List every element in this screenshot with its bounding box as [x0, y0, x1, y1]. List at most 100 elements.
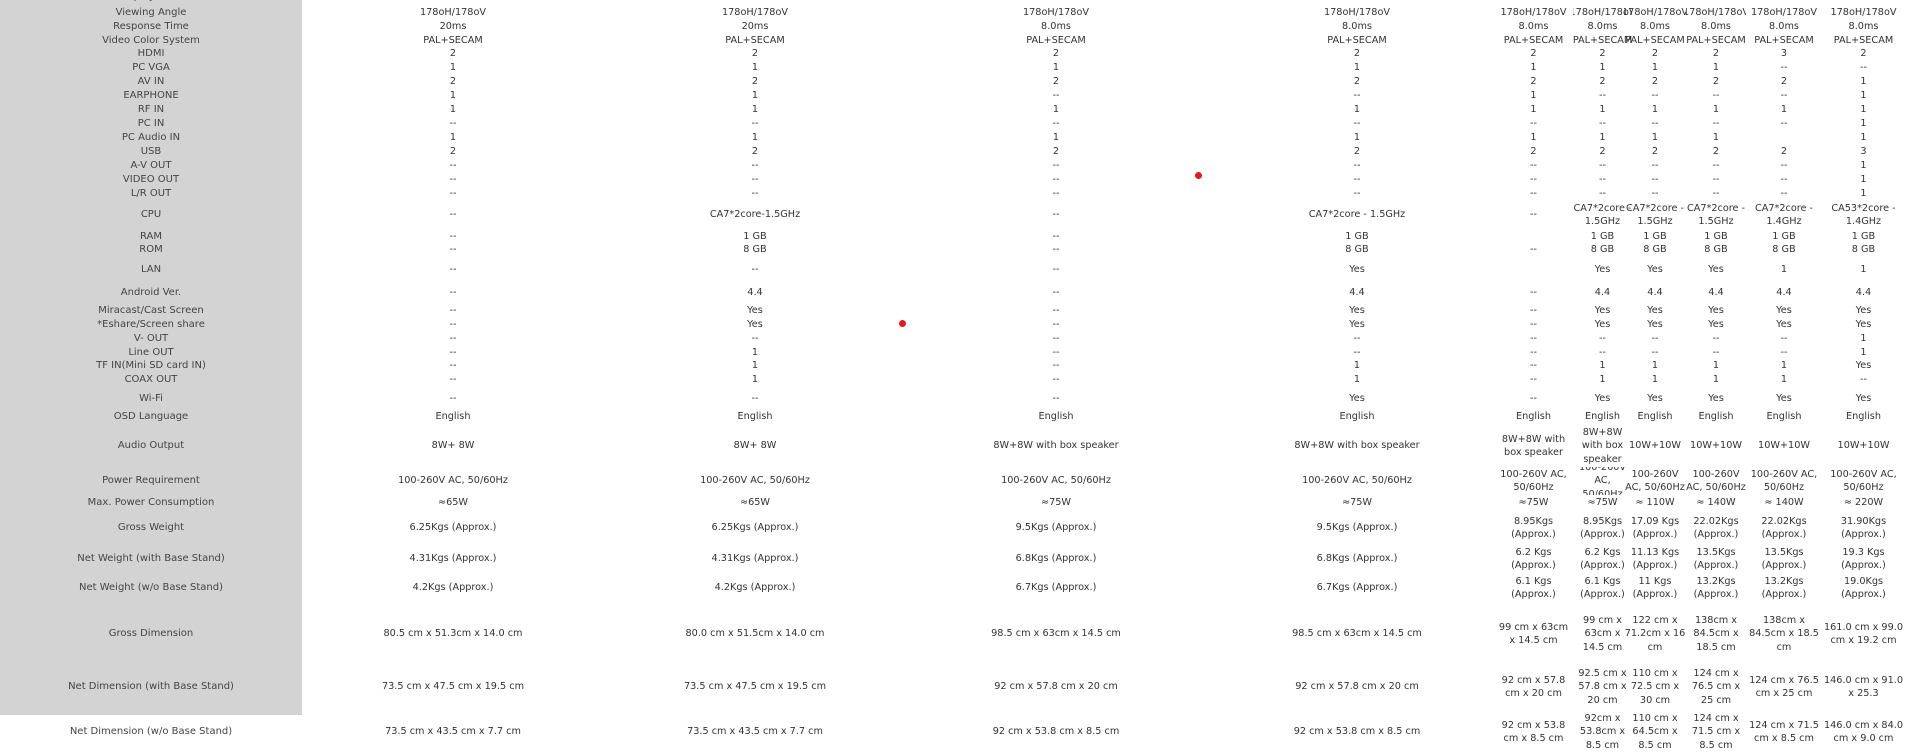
table-cell: 80.0 cm x 51.5cm x 14.0 cm	[685, 628, 825, 640]
table-cell: CA53*2core - 1.4GHz	[1831, 202, 1896, 228]
row-label: V- OUT	[133, 333, 169, 345]
table-cell: --	[1530, 160, 1537, 172]
table-cell: 1 GB	[1772, 231, 1796, 243]
table-cell: 2	[1052, 48, 1060, 60]
row-label: Audio Output	[117, 440, 185, 452]
table-row: Audio Output 8W+ 8W 8W+ 8W 8W+8W with box s…	[0, 425, 1905, 467]
table-cell: --	[1052, 393, 1060, 405]
table-cell: 4.2Kgs (Approx.)	[412, 582, 494, 594]
table-cell: 146.0 cm x 84.0 cm x 9.0 cm	[1823, 719, 1904, 745]
table-cell: 1 GB	[1851, 231, 1876, 243]
table-cell: 146.0 cm x 91.0 x 25.3	[1823, 674, 1904, 700]
table-cell: 11 Kgs (Approx.)	[1632, 575, 1678, 601]
table-cell: 17.09 Kgs (Approx.)	[1630, 515, 1680, 541]
row-label: L/R OUT	[130, 188, 172, 200]
table-cell: 3	[1780, 48, 1788, 60]
table-cell: Yes	[1647, 264, 1663, 276]
table-cell: 9.5Kgs (Approx.)	[1015, 522, 1097, 534]
table-cell: PAL+SECAM	[1833, 35, 1894, 47]
table-cell: 8.0ms	[1342, 21, 1372, 33]
table-cell: 13.2Kgs (Approx.)	[1693, 575, 1739, 601]
table-cell: 1 GB	[743, 231, 767, 243]
table-cell: 4.2Kgs (Approx.)	[714, 582, 796, 594]
table-cell: 1	[1530, 90, 1537, 102]
row-label: RF IN	[137, 104, 165, 116]
table-cell: CA7*2core - 1.5GHz	[1308, 209, 1406, 221]
table-cell: ≈ 110W	[1635, 497, 1675, 509]
table-cell: Yes	[1708, 319, 1724, 331]
table-cell: 1	[1860, 174, 1867, 186]
table-cell: --	[449, 319, 457, 331]
table-cell: 2	[1780, 76, 1788, 88]
table-row: EARPHONE 1 1 -- -- 1 -- -- -- -- 1	[0, 89, 1905, 103]
table-cell: 9.5Kgs (Approx.)	[1316, 522, 1398, 534]
table-cell: 73.5 cm x 43.5 cm x 7.7 cm	[687, 726, 823, 738]
table-cell: --	[1712, 160, 1720, 172]
table-cell: Yes	[1349, 264, 1365, 276]
table-cell: ≈65W	[437, 497, 469, 509]
table-cell: 1	[449, 104, 457, 116]
table-cell: --	[1530, 305, 1537, 317]
table-cell: 8.0ms	[1640, 21, 1670, 33]
table-row: Line OUT -- 1 -- -- -- -- -- -- -- 1	[0, 346, 1905, 360]
table-cell: 100-260V AC, 50/60Hz	[1750, 468, 1818, 494]
row-label: TF IN(Mini SD card IN)	[96, 360, 206, 372]
table-cell: 22.02Kgs (Approx.)	[1693, 515, 1739, 541]
table-cell: 1	[751, 374, 759, 386]
table-row: L/R OUT -- -- -- -- -- -- -- -- -- 1	[0, 187, 1905, 201]
table-cell: --	[1712, 347, 1720, 359]
table-cell: 178oH/178oV	[1022, 7, 1089, 19]
table-cell: 16.7M	[302, 0, 604, 1]
table-cell: 8 GB	[1851, 244, 1876, 256]
table-cell: 8 GB	[1643, 244, 1667, 256]
table-cell: 1	[1712, 104, 1720, 116]
table-cell: 73.5 cm x 47.5 cm x 19.5 cm	[381, 681, 525, 693]
row-label: Android Ver.	[120, 287, 182, 299]
table-cell: --	[1712, 174, 1720, 186]
table-cell: --	[1530, 360, 1537, 372]
table-cell: 2	[1052, 146, 1060, 158]
table-cell: ≈75W	[1341, 497, 1373, 509]
table-cell: 2	[1651, 146, 1659, 158]
table-cell: --	[449, 305, 457, 317]
row-label: Display Color	[0, 0, 302, 1]
table-cell: 98.5 cm x 63cm x 14.5 cm	[991, 628, 1121, 640]
table-cell: 1	[1530, 104, 1537, 116]
row-label: ROM	[139, 244, 163, 256]
table-cell: --	[1052, 118, 1060, 130]
table-cell: 100-260V AC, 50/60Hz	[700, 475, 810, 487]
table-cell: --	[1052, 90, 1060, 102]
table-cell: Yes	[747, 319, 763, 331]
table-cell: --	[1353, 90, 1361, 102]
table-cell: 13.2Kgs (Approx.)	[1761, 575, 1807, 601]
table-cell: Yes	[1349, 319, 1365, 331]
table-row: Miracast/Cast Screen -- Yes -- Yes -- Yes Yes Ye…	[0, 304, 1905, 318]
table-cell: 4.4	[1708, 287, 1724, 299]
table-cell: 178oH/178oV	[1500, 7, 1567, 19]
table-cell: --	[1052, 160, 1060, 172]
table-row: Power Requirement 100-260V AC, 50/60Hz 100…	[0, 467, 1905, 495]
table-cell: 1	[1353, 62, 1361, 74]
table-cell: 8.0ms	[1041, 21, 1071, 33]
table-row: Android Ver. -- 4.4 -- 4.4 -- 4.4 4.4 4.4 4.4 4.4	[0, 282, 1905, 304]
table-cell: 178oH/178oV	[1830, 7, 1897, 19]
table-cell: ≈75W	[1518, 497, 1549, 509]
table-cell: 178oH/178oV	[1750, 7, 1817, 19]
table-cell: 100-260V AC, 50/60Hz	[1302, 475, 1412, 487]
table-cell: 1	[1052, 104, 1060, 116]
table-row: *Eshare/Screen share -- Yes -- Yes -- Yes Yes Ye…	[0, 318, 1905, 332]
table-cell: CA7*2core - 1.5GHz	[1625, 202, 1685, 228]
row-label: *Eshare/Screen share	[97, 319, 205, 331]
table-cell: 2	[751, 76, 759, 88]
table-cell: Yes	[1855, 319, 1872, 331]
table-cell: 1	[1530, 62, 1537, 74]
row-label: Net Weight (with Base Stand)	[77, 553, 225, 565]
table-cell: 16.7M	[1624, 0, 1686, 1]
table-cell: 100-260V AC, 50/60Hz	[1500, 468, 1567, 494]
table-cell: 8 GB	[1772, 244, 1796, 256]
table-cell: 2	[751, 48, 759, 60]
table-cell: 1 GB	[1643, 231, 1667, 243]
table-cell: --	[1780, 333, 1788, 345]
table-row: AV IN 2 2 2 2 2 2 2 2 2 1	[0, 75, 1905, 89]
row-label: Line OUT	[128, 347, 174, 359]
